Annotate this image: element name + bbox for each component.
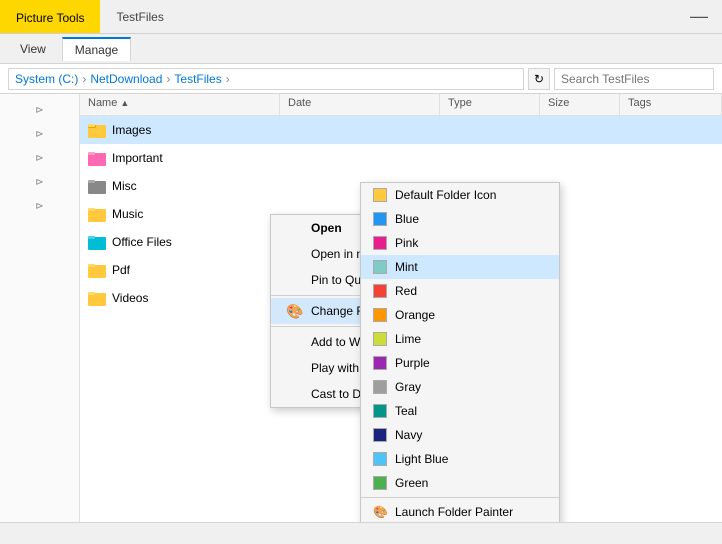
- sub-item-label: Lime: [395, 332, 421, 346]
- ribbon: View Manage: [0, 34, 722, 64]
- file-list-container: Name ▲ Date Type Size Tags Images Import…: [80, 94, 722, 522]
- sub-item-label: Blue: [395, 212, 419, 226]
- folder-icon: [88, 261, 106, 279]
- sub-item-label: Orange: [395, 308, 435, 322]
- color-swatch-teal: [373, 404, 387, 418]
- sub-item-label: Light Blue: [395, 452, 448, 466]
- sub-item-lightblue[interactable]: Light Blue: [361, 447, 559, 471]
- play-icon: [287, 360, 303, 376]
- file-name: Images: [112, 123, 714, 137]
- sub-item-mint[interactable]: Mint: [361, 255, 559, 279]
- search-input[interactable]: [554, 68, 714, 90]
- cast-icon: [287, 386, 303, 402]
- sub-item-label: Mint: [395, 260, 418, 274]
- sub-item-label: Teal: [395, 404, 417, 418]
- col-tags-header[interactable]: Tags: [620, 94, 722, 115]
- sub-item-launch-painter[interactable]: 🎨 Launch Folder Painter: [361, 500, 559, 522]
- path-sep-2: ›: [166, 72, 170, 86]
- color-swatch-pink: [373, 236, 387, 250]
- folder-icon: [88, 233, 106, 251]
- address-bar: System (C:) › NetDownload › TestFiles › …: [0, 64, 722, 94]
- refresh-button[interactable]: ↻: [528, 68, 550, 90]
- sub-item-purple[interactable]: Purple: [361, 351, 559, 375]
- main-area: ⊳ ⊳ ⊳ ⊳ ⊳ Name ▲ Date Type Size Tags Ima…: [0, 94, 722, 522]
- folder-icon: [88, 289, 106, 307]
- active-title-tab[interactable]: Picture Tools: [0, 0, 100, 33]
- color-swatch-green: [373, 476, 387, 490]
- color-swatch-red: [373, 284, 387, 298]
- pin-icon: [287, 272, 303, 288]
- folder-icon: [88, 121, 106, 139]
- path-sep-3: ›: [226, 72, 230, 86]
- path-netdownload[interactable]: NetDownload: [90, 72, 162, 86]
- open-icon: [287, 220, 303, 236]
- color-swatch-blue: [373, 212, 387, 226]
- painter-icon: 🎨: [373, 505, 387, 519]
- sub-item-green[interactable]: Green: [361, 471, 559, 495]
- column-headers: Name ▲ Date Type Size Tags: [80, 94, 722, 116]
- left-nav: ⊳ ⊳ ⊳ ⊳ ⊳: [0, 94, 80, 522]
- sub-item-label: Gray: [395, 380, 421, 394]
- table-row[interactable]: Images: [80, 116, 722, 144]
- color-swatch-default: [373, 188, 387, 202]
- folder-icon: [88, 205, 106, 223]
- status-bar: [0, 522, 722, 544]
- sub-item-label: Red: [395, 284, 417, 298]
- sub-item-navy[interactable]: Navy: [361, 423, 559, 447]
- ribbon-tab-view[interactable]: View: [8, 38, 58, 60]
- open-new-window-icon: [287, 246, 303, 262]
- color-swatch-navy: [373, 428, 387, 442]
- title-bar: Picture Tools TestFiles —: [0, 0, 722, 34]
- color-swatch-lime: [373, 332, 387, 346]
- sub-item-label: Launch Folder Painter: [395, 505, 513, 519]
- path-testfiles[interactable]: TestFiles: [174, 72, 221, 86]
- sub-item-lime[interactable]: Lime: [361, 327, 559, 351]
- sub-item-gray[interactable]: Gray: [361, 375, 559, 399]
- color-swatch-gray: [373, 380, 387, 394]
- sub-item-label: Default Folder Icon: [395, 188, 496, 202]
- nav-icon-2[interactable]: ⊳: [32, 126, 48, 142]
- folder-icon: [88, 149, 106, 167]
- minimize-button[interactable]: —: [676, 0, 722, 33]
- color-swatch-lightblue: [373, 452, 387, 466]
- sub-item-teal[interactable]: Teal: [361, 399, 559, 423]
- sub-item-red[interactable]: Red: [361, 279, 559, 303]
- folder-icon: [88, 177, 106, 195]
- nav-icon-3[interactable]: ⊳: [32, 150, 48, 166]
- color-swatch-orange: [373, 308, 387, 322]
- sub-separator: [361, 497, 559, 498]
- ribbon-tab-manage[interactable]: Manage: [62, 37, 131, 61]
- sub-item-label: Green: [395, 476, 428, 490]
- nav-icon-4[interactable]: ⊳: [32, 174, 48, 190]
- path-sep-1: ›: [82, 72, 86, 86]
- col-size-header[interactable]: Size: [540, 94, 620, 115]
- sub-item-pink[interactable]: Pink: [361, 231, 559, 255]
- sub-item-label: Purple: [395, 356, 430, 370]
- sub-item-label: Navy: [395, 428, 422, 442]
- color-swatch-purple: [373, 356, 387, 370]
- sub-menu: Default Folder Icon Blue Pink Mint Red O…: [360, 182, 560, 522]
- media-player-add-icon: [287, 334, 303, 350]
- palette-icon: 🎨: [287, 303, 303, 319]
- address-path[interactable]: System (C:) › NetDownload › TestFiles ›: [8, 68, 524, 90]
- color-swatch-mint: [373, 260, 387, 274]
- col-name-header[interactable]: Name ▲: [80, 94, 280, 115]
- nav-icon-5[interactable]: ⊳: [32, 198, 48, 214]
- sub-item-blue[interactable]: Blue: [361, 207, 559, 231]
- path-system[interactable]: System (C:): [15, 72, 78, 86]
- col-type-header[interactable]: Type: [440, 94, 540, 115]
- inactive-title-tab[interactable]: TestFiles: [100, 0, 179, 33]
- col-date-header[interactable]: Date: [280, 94, 440, 115]
- sub-item-orange[interactable]: Orange: [361, 303, 559, 327]
- file-name: Important: [112, 151, 714, 165]
- nav-icon-1[interactable]: ⊳: [32, 102, 48, 118]
- table-row[interactable]: Important: [80, 144, 722, 172]
- sub-item-default[interactable]: Default Folder Icon: [361, 183, 559, 207]
- sub-item-label: Pink: [395, 236, 418, 250]
